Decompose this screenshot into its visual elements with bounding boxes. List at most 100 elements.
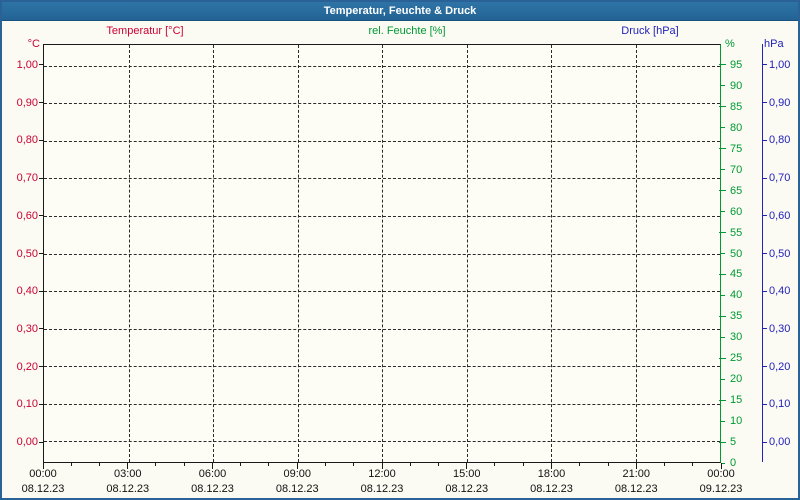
x-axis-minor-tick [353,463,355,466]
pressure-axis-label: 1,00 [769,58,791,71]
percent-axis-tick [721,462,725,464]
percent-axis-tick [721,294,725,296]
left-axis-label: 0,40 [16,285,38,298]
left-axis-tick [39,64,43,66]
pressure-axis-tick [763,290,767,292]
vertical-gridline [213,45,214,462]
pressure-axis-tick [763,102,767,104]
left-axis-tick [39,290,43,292]
x-axis-date-label: 08.12.23 [360,483,404,495]
x-axis-time-label: 21:00 [622,468,651,480]
x-axis-time-label: 18:00 [537,468,566,480]
percent-axis-tick [721,169,725,171]
percent-axis-tick [719,399,726,401]
pressure-axis-label: 0,40 [769,285,791,298]
percent-axis-tick [721,378,725,380]
left-axis-tick [39,328,43,330]
left-axis-tick [39,102,43,104]
percent-axis-tick [719,357,726,359]
left-axis-tick [39,139,43,141]
percent-axis-label: 40 [730,289,743,302]
x-axis-date-label: 08.12.23 [445,483,489,495]
left-axis-tick [39,177,43,179]
left-axis-label: 0,90 [16,96,38,109]
x-axis-minor-tick [692,463,694,466]
percent-axis-label: 30 [730,331,743,344]
vertical-gridline [382,45,383,462]
percent-axis-label: 25 [730,352,743,365]
vertical-gridline [128,45,130,462]
x-axis-minor-tick [607,463,609,466]
percent-axis-label: 50 [730,247,743,260]
percent-axis-label: 75 [730,142,743,155]
pressure-axis-label: 0,80 [769,134,791,147]
x-axis-date-label: 08.12.23 [530,483,573,495]
x-axis-minor-tick [409,463,411,466]
x-axis-date-label: 08.12.23 [21,483,65,495]
x-axis-minor-tick [183,463,185,466]
left-axis-tick [39,215,43,217]
percent-axis-labels: 95 90 85 80 75 70 65 60 55 50 45 40 35 30 25 20 15 10 5 0 [730,44,760,469]
pressure-axis-label: 0,90 [769,96,791,109]
x-axis-minor-tick [494,463,496,466]
left-axis-labels: 1,00 0,90 0,80 0,70 0,60 0,50 0,40 0,30 0,20 0,10… [2,44,39,463]
x-axis-time-label: 09:00 [283,468,312,480]
percent-axis-label: 95 [730,58,743,71]
left-axis-tick [39,366,43,368]
left-axis-tick [39,403,43,405]
percent-axis-label: 45 [730,268,743,281]
x-axis-minor-tick [522,463,524,466]
percent-axis-label: 60 [730,205,743,218]
page-title: Temperatur, Feuchte & Druck [323,5,477,17]
x-axis-minor-tick [438,463,439,466]
pressure-axis-tick [763,328,767,330]
pressure-axis-label: 0,70 [769,172,791,185]
left-axis-tick [39,441,43,443]
x-axis-date-label: 08.12.23 [614,483,658,495]
pressure-axis-label: 0,10 [769,398,791,411]
left-axis-label: 0,30 [16,322,38,335]
title-bar: Temperatur, Feuchte & Druck [2,2,798,21]
pressure-axis-label: 0,00 [769,436,791,449]
plot-area [43,44,721,463]
legend-pressure: Druck [hPa] [621,25,679,37]
left-axis-label: 0,10 [16,398,38,411]
percent-axis-ticks [719,44,729,464]
percent-axis-tick [719,273,726,275]
percent-axis-tick [719,148,726,150]
vertical-gridline [297,45,299,462]
chart-window: Temperatur, Feuchte & Druck Temperatur [… [0,0,800,500]
percent-axis-label: 35 [730,310,743,323]
percent-axis-tick [719,106,726,108]
x-axis-time-label: 03:00 [113,468,142,480]
vertical-gridline [466,45,468,462]
percent-axis-tick [721,85,725,87]
x-axis-time-label: 12:00 [368,468,396,480]
left-axis-label: 0,20 [16,360,38,373]
x-axis-minor-tick [240,463,242,466]
left-axis-label: 0,00 [16,436,38,449]
x-axis-date-label: 08.12.23 [275,483,319,495]
pressure-axis-tick [763,403,767,405]
x-axis-date-label: 08.12.23 [191,483,234,495]
pressure-axis-tick [763,139,767,141]
vertical-gridline [635,45,637,462]
left-axis-label: 1,00 [16,58,38,71]
pressure-axis-label: 0,60 [769,209,791,222]
pressure-axis-tick [763,366,767,368]
percent-axis-tick [721,211,725,213]
x-axis-minor-tick [155,463,157,466]
percent-axis-tick [721,253,725,254]
percent-axis-tick [719,315,726,317]
left-axis-label: 0,50 [16,247,38,260]
percent-axis-label: 90 [730,79,743,92]
percent-axis-label: 5 [730,436,737,449]
pressure-axis-ticks [763,44,768,463]
pressure-axis-labels: 1,00 0,90 0,80 0,70 0,60 0,50 0,40 0,30 0,20 0,10… [769,44,800,463]
percent-axis-tick [721,420,725,422]
legend-humidity: rel. Feuchte [%] [368,25,446,37]
percent-axis-label: 65 [730,184,743,197]
x-axis-minor-tick [98,463,100,466]
legend-temperature: Temperatur [°C] [106,25,184,37]
pressure-axis-tick [763,215,767,217]
